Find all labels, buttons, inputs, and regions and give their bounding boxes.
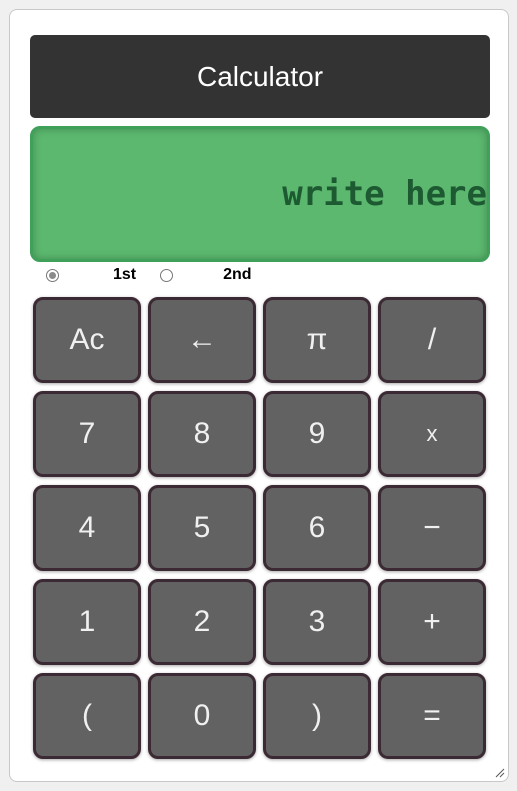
minus-button[interactable]: −: [378, 485, 486, 571]
calculator-title: Calculator: [30, 35, 490, 118]
clear-button[interactable]: Ac: [33, 297, 141, 383]
digit-5-button[interactable]: 5: [148, 485, 256, 571]
keypad: Ac ← π / 7 8 9 x 4 5 6 − 1 2 3 + ( 0 ) =: [33, 297, 487, 759]
digit-2-button[interactable]: 2: [148, 579, 256, 665]
close-paren-button[interactable]: ): [263, 673, 371, 759]
display-input[interactable]: [30, 126, 490, 262]
digit-7-button[interactable]: 7: [33, 391, 141, 477]
mode-2nd-radio[interactable]: [160, 268, 174, 282]
multiply-button[interactable]: x: [378, 391, 486, 477]
backspace-button[interactable]: ←: [148, 297, 256, 383]
digit-9-button[interactable]: 9: [263, 391, 371, 477]
plus-button[interactable]: +: [378, 579, 486, 665]
open-paren-button[interactable]: (: [33, 673, 141, 759]
mode-2nd-label: 2nd: [223, 266, 252, 283]
divide-button[interactable]: /: [378, 297, 486, 383]
digit-6-button[interactable]: 6: [263, 485, 371, 571]
digit-0-button[interactable]: 0: [148, 673, 256, 759]
equals-button[interactable]: =: [378, 673, 486, 759]
digit-8-button[interactable]: 8: [148, 391, 256, 477]
pi-button[interactable]: π: [263, 297, 371, 383]
digit-1-button[interactable]: 1: [33, 579, 141, 665]
resize-grip-icon[interactable]: [493, 766, 505, 778]
mode-1st-label: 1st: [113, 266, 137, 283]
calculator-window: Calculator 1st 2nd Ac ← π / 7 8 9 x 4 5 …: [9, 9, 509, 782]
digit-3-button[interactable]: 3: [263, 579, 371, 665]
mode-selector: 1st 2nd: [46, 264, 252, 286]
mode-1st-radio[interactable]: [46, 268, 59, 282]
digit-4-button[interactable]: 4: [33, 485, 141, 571]
